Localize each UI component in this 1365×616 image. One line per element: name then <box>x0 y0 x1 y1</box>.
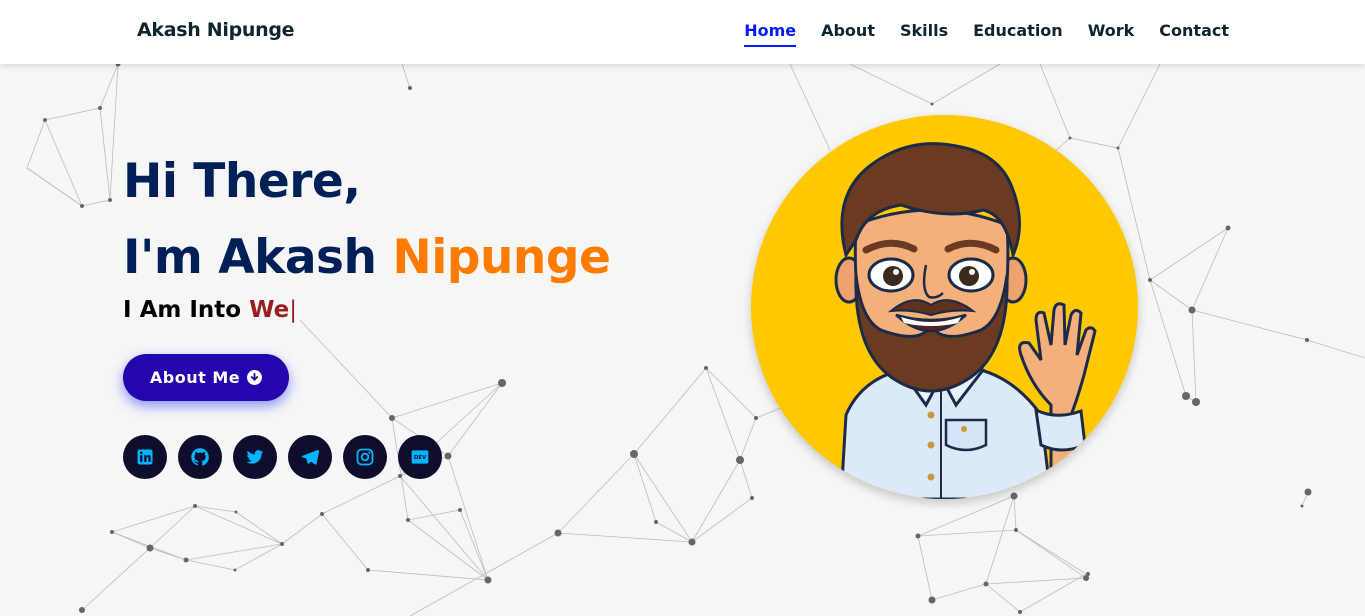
typing-line: I Am Into We| <box>123 297 297 323</box>
nav-home[interactable]: Home <box>744 21 796 47</box>
social-links: DEV <box>123 435 442 479</box>
nav-education[interactable]: Education <box>973 21 1063 40</box>
typed-text: We <box>249 297 290 323</box>
intro-name: Nipunge <box>392 230 611 285</box>
about-me-label: About Me <box>149 368 241 387</box>
intro-text: I'm Akash <box>123 230 393 285</box>
dev-icon[interactable]: DEV <box>398 435 442 479</box>
navbar: Akash Nipunge Home About Skills Educatio… <box>0 0 1365 64</box>
instagram-icon[interactable] <box>343 435 387 479</box>
github-icon[interactable] <box>178 435 222 479</box>
nav-contact[interactable]: Contact <box>1159 21 1229 40</box>
hero-heading: Hi There, I'm Akash Nipunge <box>123 144 611 296</box>
nav-skills[interactable]: Skills <box>900 21 948 40</box>
about-me-button[interactable]: About Me <box>123 354 289 401</box>
nav-work[interactable]: Work <box>1088 21 1135 40</box>
typing-prefix: I Am Into <box>123 297 250 323</box>
greeting-text: Hi There, <box>123 154 361 209</box>
hero-section: Hi There, I'm Akash Nipunge I Am Into We… <box>0 64 1365 616</box>
typing-caret: | <box>289 297 297 323</box>
telegram-icon[interactable] <box>288 435 332 479</box>
avatar-illustration <box>751 115 1138 499</box>
nav-about[interactable]: About <box>821 21 875 40</box>
arrow-circle-down-icon <box>247 370 263 385</box>
twitter-icon[interactable] <box>233 435 277 479</box>
linkedin-icon[interactable] <box>123 435 167 479</box>
nav-menu: Home About Skills Education Work Contact <box>744 21 1229 47</box>
brand-logo[interactable]: Akash Nipunge <box>137 19 295 41</box>
dev-icon-label: DEV <box>414 455 427 461</box>
